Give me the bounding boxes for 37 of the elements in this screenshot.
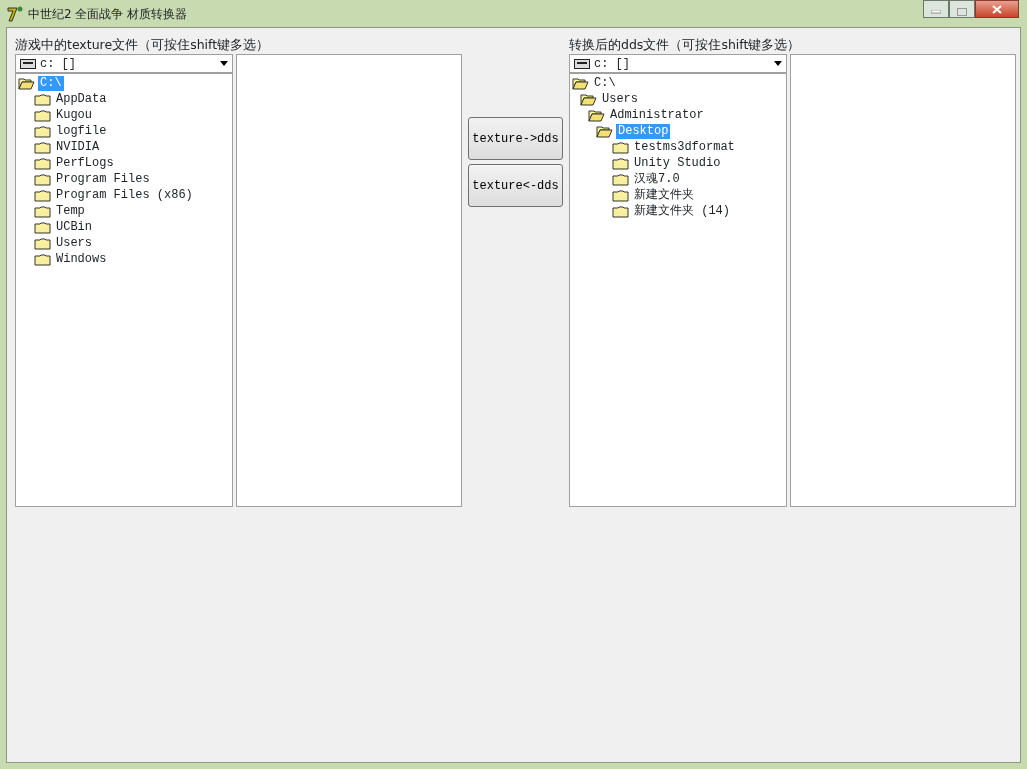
convert-button[interactable]: texture->dds (468, 117, 563, 160)
tree-item[interactable]: Windows (54, 251, 109, 267)
tree-item[interactable]: Program Files (54, 171, 152, 187)
tree-item[interactable]: PerfLogs (54, 155, 116, 171)
drive-icon (574, 58, 590, 69)
drive-icon (20, 58, 36, 69)
window-title: 中世纪2 全面战争 材质转换器 (28, 5, 188, 23)
drive-dropdown[interactable]: c: [] (569, 54, 787, 73)
drive-dropdown[interactable]: c: [] (15, 54, 233, 73)
minimize-icon (931, 9, 941, 14)
convert-button[interactable]: texture<-dds (468, 164, 563, 207)
tree-item[interactable]: AppData (54, 91, 109, 107)
tree-item[interactable]: logfile (54, 123, 109, 139)
tree-item[interactable]: testms3dformat (632, 139, 737, 155)
dropdown-arrow-icon (774, 61, 782, 66)
tree-item[interactable]: NVIDIA (54, 139, 102, 155)
close-button[interactable] (975, 0, 1019, 18)
close-icon (992, 5, 1002, 14)
app-icon (6, 4, 24, 23)
tree-item[interactable]: Temp (54, 203, 87, 219)
minimize-button[interactable] (923, 0, 949, 18)
tree-item[interactable]: Users (600, 91, 640, 107)
dropdown-arrow-icon (220, 61, 228, 66)
maximize-icon (957, 7, 967, 16)
maximize-button[interactable] (949, 0, 975, 18)
tree-item[interactable]: UCBin (54, 219, 94, 235)
tree-item[interactable]: 汉魂7.0 (632, 171, 682, 187)
tree-item[interactable]: Users (54, 235, 94, 251)
tree-item[interactable]: 新建文件夹 (14) (632, 203, 732, 219)
tree-item[interactable]: Unity Studio (632, 155, 723, 171)
pane-label: 转换后的dds文件（可按住shift键多选） (569, 36, 802, 54)
tree-item[interactable]: 新建文件夹 (632, 187, 696, 203)
tree-item[interactable]: Kugou (54, 107, 94, 123)
tree-item[interactable]: Program Files (x86) (54, 187, 195, 203)
pane-label: 游戏中的texture文件（可按住shift键多选） (15, 36, 271, 54)
tree-item[interactable]: Administrator (608, 107, 706, 123)
tree-item[interactable]: C:\ (592, 75, 618, 91)
